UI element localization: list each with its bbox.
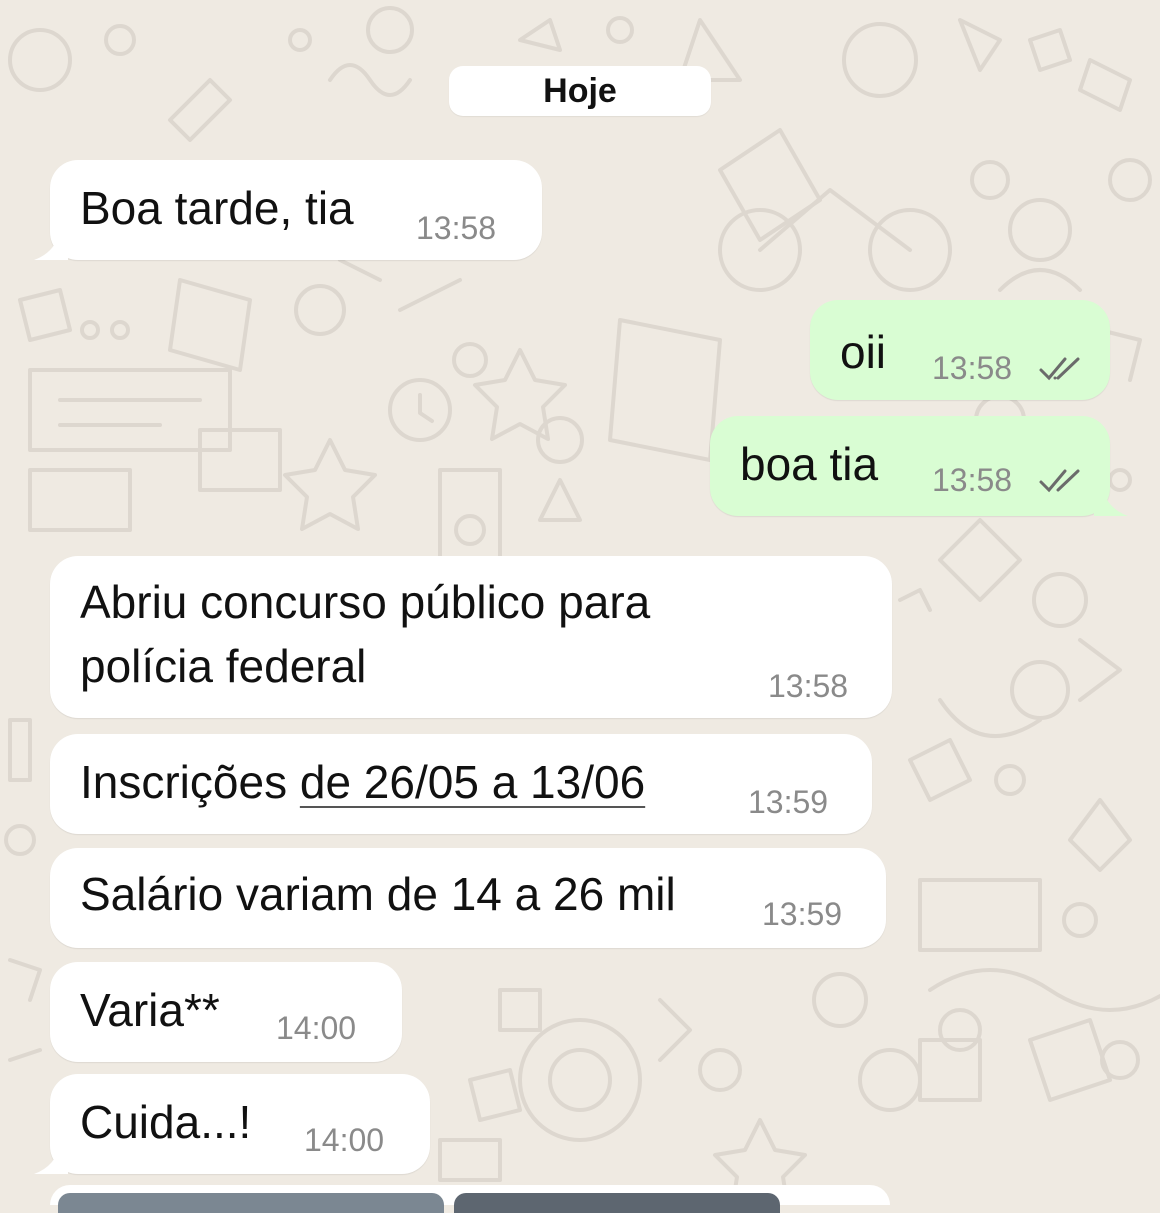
date-link[interactable]: de 26/05 a 13/06	[300, 756, 645, 808]
message-text: Varia**	[80, 984, 220, 1036]
message-text: Boa tarde, tia	[80, 182, 354, 234]
incoming-message[interactable]: Abriu concurso público para polícia fede…	[50, 556, 892, 718]
image-thumbnail[interactable]	[58, 1193, 444, 1213]
incoming-message[interactable]: Cuida...! 14:00	[34, 1074, 430, 1174]
date-separator-label: Hoje	[543, 71, 617, 110]
message-text: Inscrições de 26/05 a 13/06	[80, 750, 645, 814]
incoming-message[interactable]: Varia** 14:00	[50, 962, 402, 1062]
date-separator: Hoje	[449, 66, 711, 116]
incoming-message[interactable]: Salário variam de 14 a 26 mil 13:59	[50, 848, 886, 948]
read-double-check-icon	[1039, 469, 1080, 493]
incoming-message[interactable]: Boa tarde, tia 13:58	[34, 160, 542, 260]
message-text-line-1: Abriu concurso público para	[80, 576, 651, 628]
image-message-partial[interactable]	[50, 1185, 890, 1213]
incoming-message[interactable]: Inscrições de 26/05 a 13/06 13:59	[50, 734, 872, 834]
read-double-check-icon	[1039, 357, 1080, 381]
message-time: 13:58	[416, 210, 497, 246]
message-text-line-2: polícia federal	[80, 640, 367, 692]
message-text: oii	[840, 326, 887, 378]
message-time: 13:58	[768, 668, 849, 704]
outgoing-message[interactable]: boa tia 13:58	[710, 416, 1128, 516]
message-time: 14:00	[276, 1010, 357, 1046]
message-time: 14:00	[304, 1122, 385, 1158]
message-time: 13:59	[762, 896, 843, 932]
message-text: boa tia	[740, 438, 879, 490]
image-thumbnail[interactable]	[454, 1193, 780, 1213]
bubble-tail	[34, 1144, 68, 1174]
bubble-tail	[1094, 486, 1128, 516]
message-time: 13:58	[932, 350, 1013, 386]
bubble-tail	[34, 230, 68, 260]
outgoing-message[interactable]: oii 13:58	[810, 300, 1110, 400]
message-text: Salário variam de 14 a 26 mil	[80, 868, 676, 920]
message-text: Cuida...!	[80, 1096, 252, 1148]
message-text-prefix: Inscrições	[80, 756, 300, 808]
message-time: 13:58	[932, 462, 1013, 498]
message-time: 13:59	[748, 784, 829, 820]
